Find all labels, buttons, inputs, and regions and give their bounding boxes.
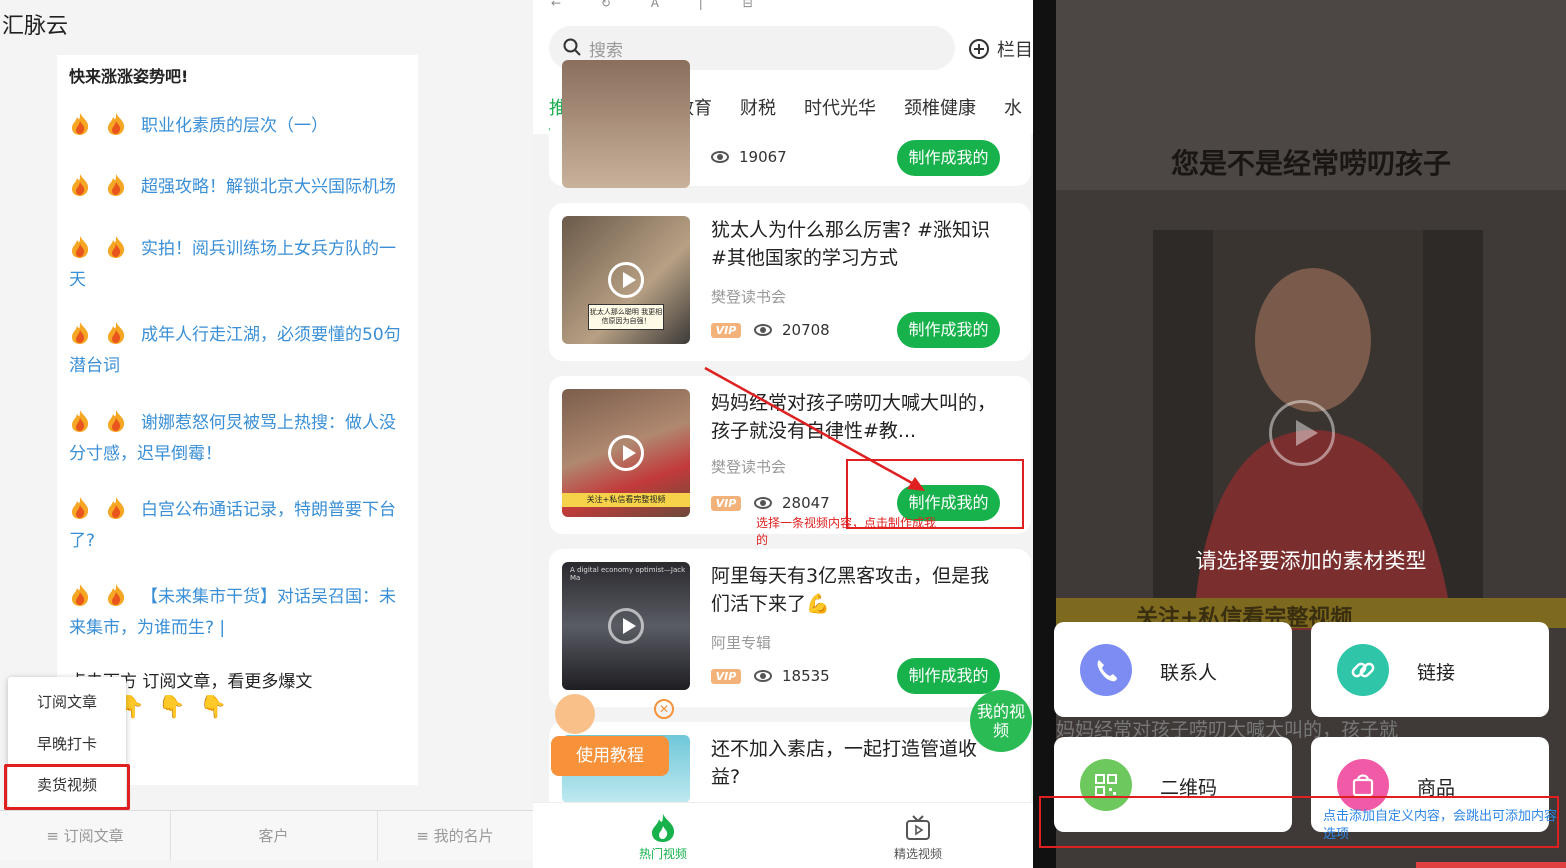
view-count: 19067 bbox=[739, 148, 787, 166]
select-material-prompt: 请选择要添加的素材类型 bbox=[1195, 549, 1427, 573]
vip-badge: VIP bbox=[711, 669, 741, 684]
option-label: 联系人 bbox=[1160, 662, 1218, 684]
tab-shidai-guanghua[interactable]: 时代光华 bbox=[804, 94, 876, 120]
option-contact[interactable]: 联系人 bbox=[1054, 622, 1292, 717]
bottom-tab-bar: 热门视频 精选视频 bbox=[533, 802, 1033, 868]
thumbnail-caption: 关注+私信看完整视频 bbox=[562, 493, 690, 507]
video-title[interactable]: 还不加入素店，一起打造管道收益? bbox=[711, 735, 1001, 791]
mascot-icon bbox=[555, 694, 595, 734]
fire-icon bbox=[105, 409, 127, 433]
thumbnail-caption: 犹太人那么聪明 我更相信原因为自强！ bbox=[588, 304, 664, 330]
fire-icon bbox=[69, 173, 91, 197]
tab-finance-tax[interactable]: 财税 bbox=[740, 94, 776, 120]
option-label: 链接 bbox=[1417, 662, 1456, 684]
video-author: 樊登读书会 bbox=[711, 288, 787, 306]
make-mine-button[interactable]: 制作成我的 bbox=[897, 312, 1000, 348]
article-link[interactable]: 白宫公布通话记录，特朗普要下台了? bbox=[69, 495, 411, 557]
tab-featured-videos[interactable]: 精选视频 bbox=[868, 845, 968, 862]
menu-item-checkin[interactable]: 早晚打卡 bbox=[8, 733, 126, 754]
fire-icon bbox=[105, 321, 127, 345]
article-link[interactable]: 超强攻略！解锁北京大兴国际机场 bbox=[69, 172, 411, 203]
fire-icon bbox=[69, 235, 91, 259]
fire-icon bbox=[105, 496, 127, 520]
bottom-indicator bbox=[1416, 862, 1566, 868]
video-author: 阿里专辑 bbox=[711, 634, 772, 652]
search-icon bbox=[563, 38, 581, 56]
fire-icon bbox=[105, 583, 127, 607]
play-icon bbox=[608, 262, 644, 298]
tab-hot-videos[interactable]: 热门视频 bbox=[613, 845, 713, 862]
link-icon bbox=[1337, 644, 1389, 696]
annotation-text: 选择一条视频内容，点击制作成我的 bbox=[756, 516, 937, 547]
video-headline: 您是不是经常唠叨孩子 bbox=[1170, 147, 1451, 180]
article-intro: 快来涨涨姿势吧! bbox=[69, 67, 189, 86]
close-icon[interactable]: ✕ bbox=[654, 699, 674, 719]
article-card: 快来涨涨姿势吧! 职业化素质的层次（一） 超强攻略！解锁北京大兴国际机场 实拍！… bbox=[57, 55, 418, 785]
eye-icon bbox=[754, 324, 772, 336]
my-video-button[interactable]: 我的视频 bbox=[970, 690, 1032, 752]
view-count: 20708 bbox=[782, 321, 830, 339]
highlight-box bbox=[4, 764, 130, 810]
video-thumbnail[interactable]: A digital economy optimist—Jack Ma bbox=[562, 562, 690, 690]
fire-icon bbox=[69, 583, 91, 607]
column-button[interactable]: 栏目 bbox=[969, 36, 1033, 62]
article-panel: 汇脉云 快来涨涨姿势吧! 职业化素质的层次（一） 超强攻略！解锁北京大兴国际机场… bbox=[0, 0, 533, 868]
menu-item-subscribe[interactable]: 订阅文章 bbox=[8, 691, 126, 712]
fire-icon bbox=[69, 409, 91, 433]
video-title[interactable]: 犹太人为什么那么厉害? #涨知识 #其他国家的学习方式 bbox=[711, 216, 1001, 272]
article-link[interactable]: 谢娜惹怒何炅被骂上热搜：做人没分寸感，迟早倒霉！ bbox=[69, 408, 411, 470]
video-card[interactable]: 19067 制作成我的 bbox=[549, 60, 1031, 188]
fire-icon bbox=[105, 235, 127, 259]
eye-icon bbox=[711, 151, 729, 163]
video-card[interactable]: A digital economy optimist—Jack Ma 阿里每天有… bbox=[549, 549, 1031, 707]
video-thumbnail[interactable]: 关注+私信看完整视频 bbox=[562, 389, 690, 517]
eye-icon bbox=[754, 670, 772, 682]
fire-icon bbox=[69, 321, 91, 345]
article-link[interactable]: 实拍！阅兵训练场上女兵方队的一天 bbox=[69, 234, 411, 296]
thumbnail-caption: A digital economy optimist—Jack Ma bbox=[570, 566, 686, 582]
play-icon[interactable] bbox=[1269, 400, 1335, 466]
search-placeholder: 搜索 bbox=[589, 41, 623, 61]
fire-icon bbox=[652, 814, 675, 842]
material-type-panel: 您是不是经常唠叨孩子 请选择要添加的素材类型 关注+私信看完整视频 联系人 链接… bbox=[1033, 0, 1566, 868]
make-mine-button[interactable]: 制作成我的 bbox=[897, 140, 1000, 176]
bottom-tab-bar: ≡ 订阅文章 客户 ≡ 我的名片 bbox=[0, 810, 533, 861]
add-circle-icon bbox=[969, 39, 989, 59]
fire-icon bbox=[69, 496, 91, 520]
video-thumbnail[interactable]: 犹太人那么聪明 我更相信原因为自强！ bbox=[562, 216, 690, 344]
view-count: 18535 bbox=[782, 667, 830, 685]
play-icon bbox=[608, 608, 644, 644]
video-list-panel: ← ↻ A | ⊟ 搜索 栏目 推荐 微商 教育 财税 时代光华 颈椎健康 水果… bbox=[533, 0, 1033, 868]
fire-icon bbox=[105, 173, 127, 197]
option-link[interactable]: 链接 bbox=[1311, 622, 1549, 717]
video-thumbnail[interactable] bbox=[562, 60, 690, 188]
tab-cervical-health[interactable]: 颈椎健康 bbox=[904, 94, 976, 120]
tab-my-card[interactable]: ≡ 我的名片 bbox=[377, 811, 533, 861]
tab-customers[interactable]: 客户 bbox=[170, 811, 377, 861]
annotation-text: 点击添加自定义内容，会跳出可添加内容选项 bbox=[1323, 809, 1558, 842]
video-title[interactable]: 阿里每天有3亿黑客攻击，但是我们活下来了💪 bbox=[711, 562, 1001, 618]
play-icon bbox=[608, 435, 644, 471]
make-mine-button[interactable]: 制作成我的 bbox=[897, 658, 1000, 694]
article-link[interactable]: 职业化素质的层次（一） bbox=[69, 111, 411, 142]
column-label: 栏目 bbox=[997, 40, 1033, 61]
browser-nav-icons[interactable]: ← ↻ A | ⊟ bbox=[551, 0, 771, 10]
pointing-down-icon: 👇👇👇 bbox=[117, 695, 242, 720]
screenshot-root: 汇脉云 快来涨涨姿势吧! 职业化素质的层次（一） 超强攻略！解锁北京大兴国际机场… bbox=[0, 0, 1566, 868]
tab-subscribe[interactable]: ≡ 订阅文章 bbox=[0, 811, 170, 861]
article-link[interactable]: 成年人行走江湖，必须要懂的50句潜台词 bbox=[69, 320, 411, 382]
tutorial-button[interactable]: 使用教程 bbox=[551, 736, 669, 776]
fire-icon bbox=[105, 112, 127, 136]
app-title: 汇脉云 bbox=[2, 14, 69, 39]
fire-icon bbox=[69, 112, 91, 136]
tv-icon bbox=[906, 815, 930, 840]
article-link-text: 超强攻略！解锁北京大兴国际机场 bbox=[141, 177, 396, 197]
video-card[interactable]: 犹太人那么聪明 我更相信原因为自强！ 犹太人为什么那么厉害? #涨知识 #其他国… bbox=[549, 203, 1031, 361]
vip-badge: VIP bbox=[711, 323, 741, 338]
article-link[interactable]: 【未来集市干货】对话吴召国：未来集市，为谁而生? | bbox=[69, 582, 411, 644]
phone-icon bbox=[1080, 644, 1132, 696]
article-link-text: 职业化素质的层次（一） bbox=[141, 116, 328, 136]
